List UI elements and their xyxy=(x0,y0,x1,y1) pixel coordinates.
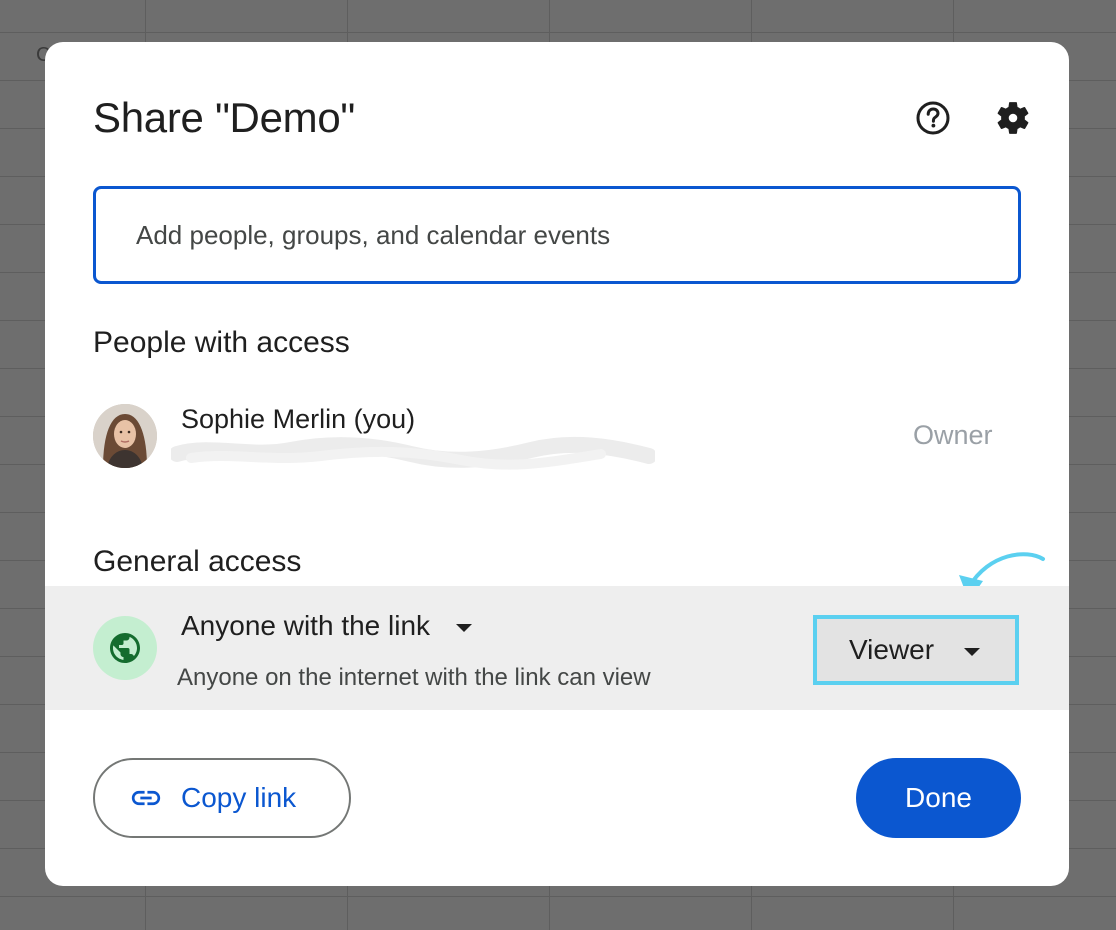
avatar xyxy=(93,404,157,468)
done-button[interactable]: Done xyxy=(856,758,1021,838)
done-label: Done xyxy=(905,782,972,813)
globe-icon xyxy=(93,616,157,680)
add-people-input[interactable] xyxy=(93,186,1021,284)
general-access-option: Anyone with the link xyxy=(181,610,431,641)
chevron-down-icon xyxy=(456,624,473,632)
redacted-email xyxy=(169,436,657,470)
person-row: Sophie Merlin (you) Owner xyxy=(45,392,1069,482)
general-access-row: Anyone with the link Anyone on the inter… xyxy=(45,586,1069,710)
share-dialog: Share "Demo" People with access xyxy=(45,42,1069,886)
gear-icon[interactable] xyxy=(993,98,1033,138)
general-access-dropdown[interactable]: Anyone with the link xyxy=(181,610,473,642)
access-description: Anyone on the internet with the link can… xyxy=(177,664,651,691)
copy-link-label: Copy link xyxy=(181,782,297,813)
help-icon[interactable] xyxy=(913,98,953,138)
people-with-access-heading: People with access xyxy=(93,326,350,359)
person-role: Owner xyxy=(913,420,993,450)
role-dropdown[interactable]: Viewer xyxy=(813,615,1019,685)
general-access-heading: General access xyxy=(93,545,302,578)
person-name: Sophie Merlin (you) xyxy=(181,404,416,434)
copy-link-button[interactable]: Copy link xyxy=(93,758,351,838)
chevron-down-icon xyxy=(964,648,981,656)
link-icon xyxy=(131,790,161,806)
role-dropdown-label: Viewer xyxy=(849,634,935,665)
dialog-title: Share "Demo" xyxy=(93,94,355,141)
